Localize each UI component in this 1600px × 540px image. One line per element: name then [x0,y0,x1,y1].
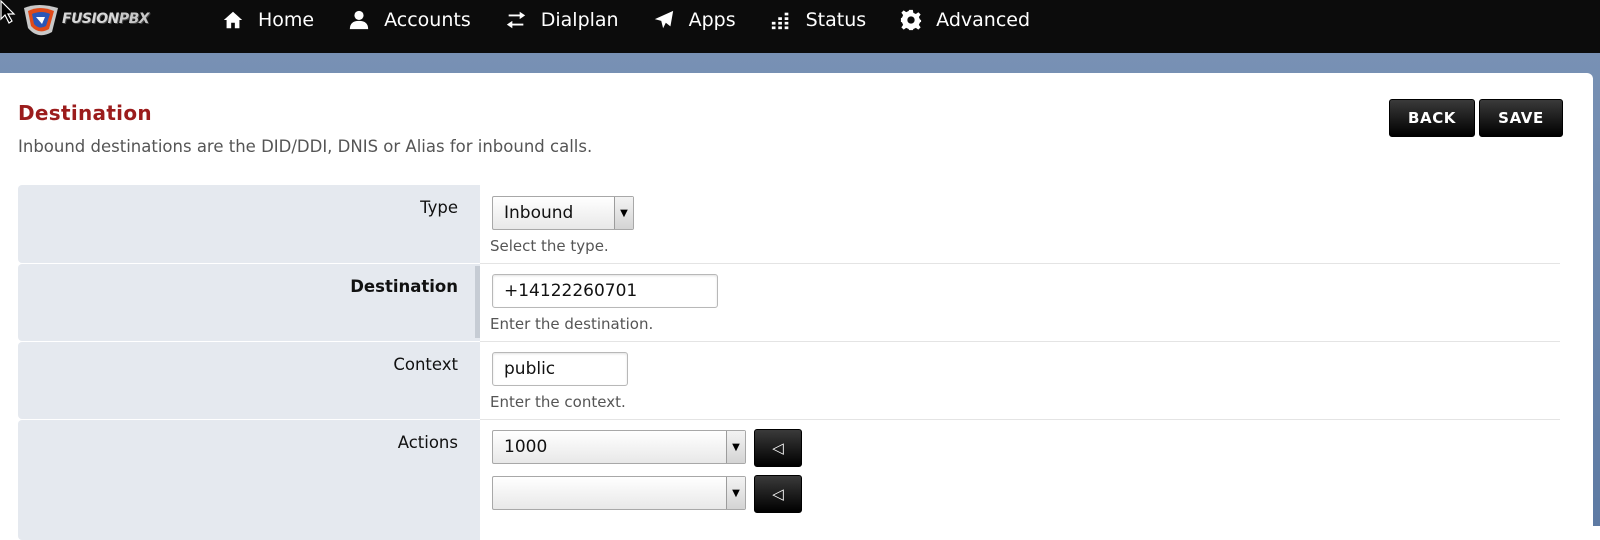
field-cell: 1000 ▼ ◁ ▼ ◁ [480,420,1560,540]
field-cell: Inbound ▼ Select the type. [480,185,1560,264]
fusionpbx-logo[interactable]: FUSIONPBX [0,0,190,40]
nav-dialplan-label: Dialplan [540,9,619,31]
nav-apps[interactable]: Apps [653,0,736,40]
logo-text: FUSIONPBX [62,11,150,27]
nav-status-label: Status [805,9,867,31]
home-icon [223,11,243,29]
transfer-icon [506,11,525,29]
gear-icon [901,9,922,31]
nav-apps-label: Apps [688,9,736,31]
chevron-down-icon: ▼ [614,197,633,229]
type-hint: Select the type. [490,237,609,255]
destination-input[interactable]: +14122260701 [492,274,718,308]
bar-chart-icon [771,12,788,30]
action-select-1-value: 1000 [504,437,548,457]
content-panel: Destination Inbound destinations are the… [0,73,1593,540]
nav-advanced-label: Advanced [936,9,1031,31]
label-cell: Destination [18,264,480,341]
form-row-destination: Destination +14122260701 Enter the desti… [18,264,1560,342]
label-cell: Actions [18,420,480,540]
nav-dialplan[interactable]: Dialplan [505,0,619,40]
context-label: Context [393,355,458,374]
back-button[interactable]: BACK [1389,99,1475,137]
nav-advanced[interactable]: Advanced [900,0,1030,40]
add-action-button[interactable]: ◁ [754,475,802,513]
label-cell: Type [18,185,480,263]
form-row-type: Type Inbound ▼ Select the type. [18,185,1560,264]
nav-accounts-label: Accounts [384,9,471,31]
action-select-2[interactable]: ▼ [492,476,746,510]
actions-label: Actions [397,433,458,452]
main-nav: Home Accounts Dialplan Apps Status Advan… [222,0,1064,40]
page-description: Inbound destinations are the DID/DDI, DN… [18,137,593,156]
nav-status[interactable]: Status [770,0,867,40]
nav-home[interactable]: Home [222,0,314,40]
context-input[interactable]: public [492,352,628,386]
user-icon [349,10,369,30]
type-label: Type [420,198,458,217]
nav-home-label: Home [258,9,315,31]
chevron-down-icon: ▼ [726,431,745,463]
field-cell: +14122260701 Enter the destination. [475,264,1560,342]
add-action-button[interactable]: ◁ [754,429,802,467]
page-title: Destination [18,101,152,125]
label-cell: Context [18,342,480,419]
destination-hint: Enter the destination. [490,315,654,333]
form-row-context: Context public Enter the context. [18,342,1560,420]
required-indicator [475,266,480,338]
field-cell: public Enter the context. [480,342,1560,420]
action-select-1[interactable]: 1000 ▼ [492,430,746,464]
paper-plane-icon [654,10,673,29]
form-row-actions: Actions 1000 ▼ ◁ ▼ ◁ [18,420,1560,540]
type-select-value: Inbound [504,203,574,223]
logo-swirl-icon [24,5,58,36]
save-button[interactable]: SAVE [1479,99,1563,137]
mouse-cursor-icon [0,0,16,24]
top-navigation-bar: FUSIONPBX Home Accounts Dialplan Apps St… [0,0,1600,53]
chevron-down-icon: ▼ [726,477,745,509]
destination-label: Destination [350,277,458,296]
type-select[interactable]: Inbound ▼ [492,196,634,230]
context-hint: Enter the context. [490,393,626,411]
nav-accounts[interactable]: Accounts [348,0,471,40]
